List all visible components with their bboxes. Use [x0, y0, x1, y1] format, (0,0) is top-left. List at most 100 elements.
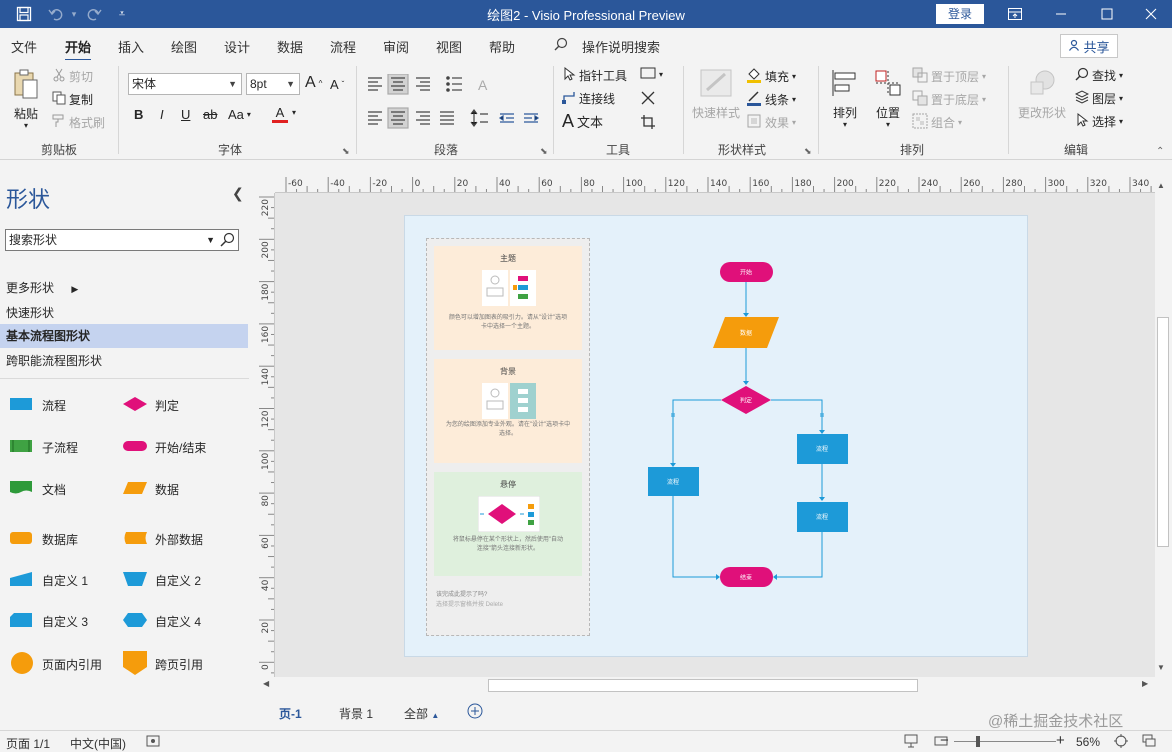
tab-file[interactable]: 文件: [11, 37, 37, 56]
stencil-start-end[interactable]: 开始/结束: [123, 439, 206, 456]
stencil-custom3[interactable]: 自定义 3: [10, 613, 88, 630]
paste-button[interactable]: 粘贴 ▾: [12, 68, 40, 130]
text-tool-button[interactable]: A 文本: [562, 111, 603, 132]
vertical-scrollbar[interactable]: ▲ ▼: [1155, 177, 1172, 677]
font-color-button[interactable]: A: [272, 105, 288, 123]
stencil-custom4[interactable]: 自定义 4: [123, 613, 201, 630]
more-shapes-link[interactable]: 更多形状 ▶: [6, 279, 78, 296]
stencil-database[interactable]: 数据库: [10, 531, 78, 548]
zoom-in-icon[interactable]: +: [1056, 732, 1065, 749]
strikethrough-button[interactable]: ab: [203, 107, 217, 122]
page-tab-background[interactable]: 背景 1: [339, 705, 373, 722]
tab-help[interactable]: 帮助: [489, 37, 515, 56]
position-button[interactable]: 位置 ▾: [873, 68, 903, 129]
page-indicator[interactable]: 页面 1/1: [6, 735, 50, 752]
format-painter-button[interactable]: 格式刷: [52, 114, 105, 131]
search-dropdown-icon[interactable]: ▼: [206, 230, 215, 250]
stencil-decision[interactable]: 判定: [123, 397, 179, 414]
ribbon-display-icon[interactable]: [992, 0, 1038, 28]
redo-icon[interactable]: [84, 4, 104, 24]
line-button[interactable]: 线条 ▾: [746, 90, 796, 109]
close-icon[interactable]: [1128, 0, 1172, 28]
scroll-right-icon[interactable]: ▶: [1142, 679, 1148, 688]
undo-dropdown-icon[interactable]: ▾: [64, 4, 84, 24]
shape-search-input[interactable]: 搜索形状 ▼: [5, 229, 239, 251]
connection-point-button[interactable]: [640, 90, 656, 109]
rectangle-tool-button[interactable]: ▾: [640, 67, 663, 82]
stencil-process[interactable]: 流程: [10, 397, 66, 414]
stencil-document[interactable]: 文档: [10, 481, 66, 498]
shape-styles-dialog-launcher-icon[interactable]: ⬊: [804, 146, 812, 157]
tab-home[interactable]: 开始: [65, 37, 92, 62]
italic-button[interactable]: I: [160, 107, 164, 122]
stencil-on-page-reference[interactable]: 页面内引用: [10, 651, 102, 678]
paragraph-tools-icon[interactable]: A: [366, 74, 546, 132]
zoom-slider-track[interactable]: [954, 741, 1056, 742]
tab-review[interactable]: 审阅: [383, 37, 409, 56]
cross-functional-shapes-link[interactable]: 跨职能流程图形状: [6, 352, 102, 369]
cut-button[interactable]: 剪切: [52, 68, 93, 85]
stencil-custom1[interactable]: 自定义 1: [10, 572, 88, 589]
scroll-up-icon[interactable]: ▲: [1157, 181, 1165, 190]
language-indicator[interactable]: 中文(中国): [70, 735, 126, 752]
pointer-tool-button[interactable]: 指针工具: [562, 66, 627, 84]
select-button[interactable]: 选择 ▾: [1075, 112, 1123, 130]
horizontal-scroll-thumb[interactable]: [488, 679, 918, 692]
presentation-mode-icon[interactable]: [904, 734, 918, 751]
stencil-external-data[interactable]: 外部数据: [123, 531, 203, 548]
send-to-back-button[interactable]: 置于底层 ▾: [912, 90, 986, 109]
paragraph-dialog-launcher-icon[interactable]: ⬊: [540, 146, 548, 157]
drawing-page[interactable]: 主题 颜色可以增加图表的吸引力。请从"设计"选项 卡中选择一个主题。 背景 为您…: [404, 215, 1028, 657]
fit-window-icon[interactable]: [1114, 734, 1128, 751]
font-color-dropdown-icon[interactable]: ▾: [292, 108, 296, 117]
copy-button[interactable]: 复制: [52, 91, 93, 108]
tab-data[interactable]: 数据: [277, 37, 303, 56]
scroll-down-icon[interactable]: ▼: [1157, 663, 1165, 672]
stencil-custom2[interactable]: 自定义 2: [123, 572, 201, 589]
stencil-off-page-reference[interactable]: 跨页引用: [123, 651, 203, 678]
crop-tool-button[interactable]: [640, 114, 656, 133]
customize-toolbar-icon[interactable]: ⩡: [112, 4, 132, 24]
quick-shapes-link[interactable]: 快速形状: [6, 304, 54, 321]
quick-styles-button[interactable]: 快速样式: [692, 68, 740, 121]
minimize-icon[interactable]: [1038, 0, 1084, 28]
grow-font-button[interactable]: A ^: [305, 74, 322, 92]
maximize-icon[interactable]: [1084, 0, 1130, 28]
font-dialog-launcher-icon[interactable]: ⬊: [342, 146, 350, 157]
undo-icon[interactable]: [46, 4, 66, 24]
bring-to-front-button[interactable]: 置于顶层 ▾: [912, 67, 986, 86]
stencil-subprocess[interactable]: 子流程: [10, 439, 78, 456]
font-family-select[interactable]: 宋体 ▼: [128, 73, 242, 95]
macro-record-icon[interactable]: [146, 734, 160, 751]
login-button[interactable]: 登录: [936, 4, 984, 24]
page-tab-1[interactable]: 页-1: [279, 705, 302, 722]
tab-design[interactable]: 设计: [224, 37, 250, 56]
horizontal-scrollbar[interactable]: ◀ ▶: [259, 677, 1155, 694]
collapse-pane-icon[interactable]: ❮: [232, 185, 244, 202]
switch-windows-icon[interactable]: [1142, 734, 1156, 751]
effects-button[interactable]: 效果 ▾: [746, 113, 796, 132]
underline-button[interactable]: U: [181, 107, 190, 122]
font-size-select[interactable]: 8pt ▼: [246, 73, 300, 95]
vertical-scroll-thumb[interactable]: [1157, 317, 1169, 547]
zoom-out-icon[interactable]: −: [940, 732, 949, 749]
zoom-level[interactable]: 56%: [1076, 735, 1100, 749]
shrink-font-button[interactable]: Aˇ: [330, 77, 344, 92]
flowchart[interactable]: 开始 数据 判定 流程 流程 流程 结束: [405, 216, 1029, 658]
share-button[interactable]: 共享: [1060, 34, 1118, 58]
bold-button[interactable]: B: [134, 107, 143, 122]
align-button[interactable]: 排列 ▾: [830, 68, 860, 129]
search-icon[interactable]: [220, 232, 235, 253]
layers-button[interactable]: 图层 ▾: [1074, 90, 1123, 107]
save-icon[interactable]: [14, 4, 34, 24]
tab-draw[interactable]: 绘图: [171, 37, 197, 56]
collapse-ribbon-icon[interactable]: ⌃: [1156, 146, 1164, 157]
change-shape-button[interactable]: 更改形状: [1018, 68, 1066, 121]
basic-flowchart-shapes-link[interactable]: 基本流程图形状: [0, 324, 248, 348]
tab-process[interactable]: 流程: [330, 37, 356, 56]
scroll-left-icon[interactable]: ◀: [263, 679, 269, 688]
add-page-icon[interactable]: [467, 703, 483, 722]
connector-tool-button[interactable]: 连接线: [562, 90, 615, 107]
tell-me-search[interactable]: 操作说明搜索: [582, 37, 660, 56]
find-button[interactable]: 查找 ▾: [1075, 67, 1123, 84]
